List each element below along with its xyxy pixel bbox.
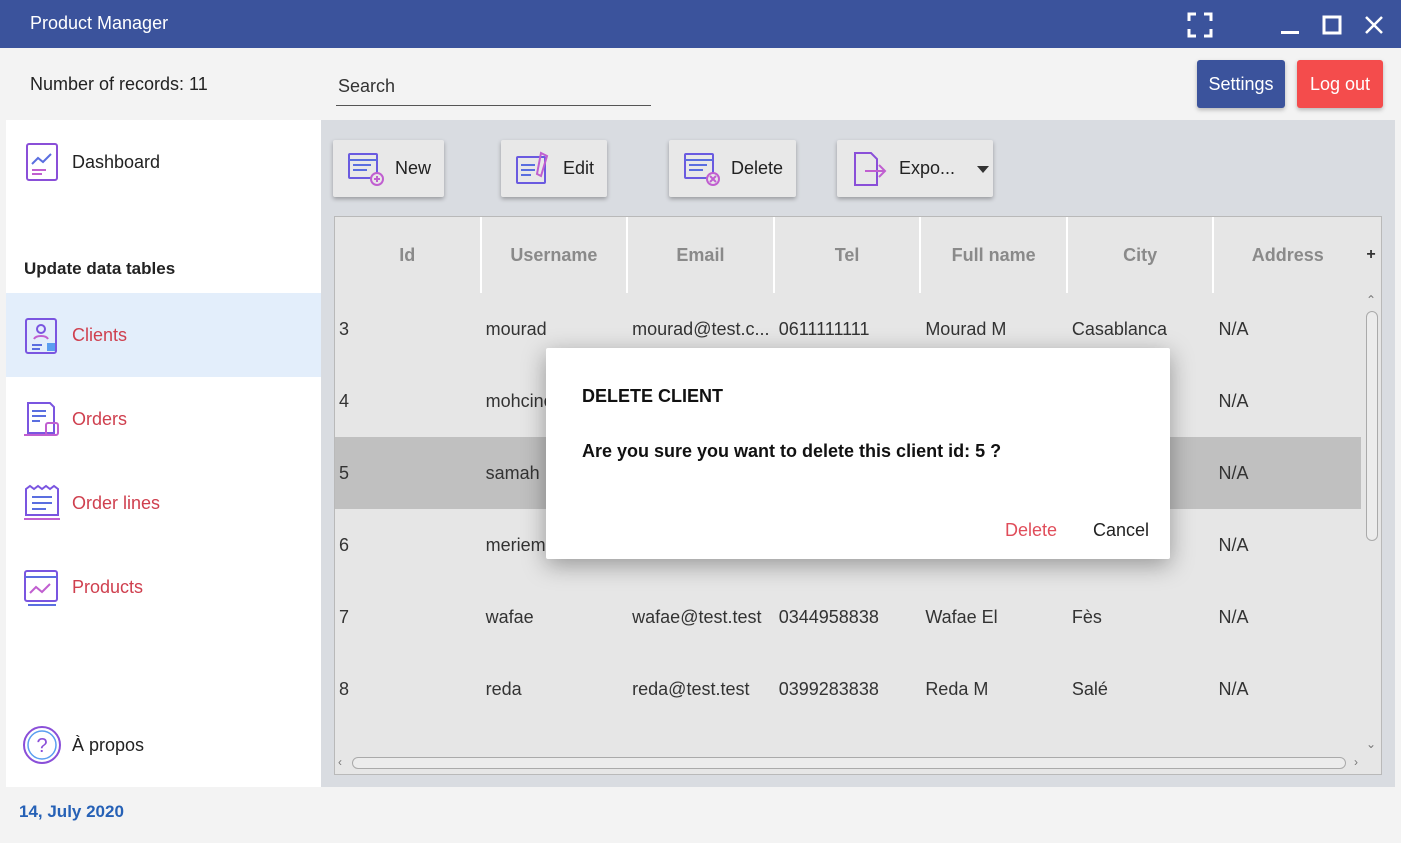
export-button-label: Expo... <box>899 158 956 178</box>
cell-tel: 0344958838 <box>778 606 879 627</box>
sidebar-item-about[interactable]: ? À propos <box>6 703 321 787</box>
cell-address: N/A <box>1218 390 1249 411</box>
cell-id: 3 <box>339 318 350 339</box>
table-row[interactable]: 8 reda reda@test.test 0399283838 Reda M … <box>335 653 1361 725</box>
export-dropdown[interactable]: Expo... <box>837 140 993 197</box>
cell-city: Fès <box>1071 606 1102 627</box>
sidebar-item-label: Dashboard <box>72 151 161 172</box>
minimize-icon[interactable] <box>1275 10 1305 40</box>
horizontal-scrollbar[interactable]: ‹ › <box>335 752 1361 774</box>
column-header-address[interactable]: Address <box>1214 217 1361 293</box>
title-bar: Product Manager <box>0 0 1401 48</box>
svg-text:?: ? <box>36 735 47 757</box>
sidebar-item-label: Order lines <box>72 492 161 513</box>
confirm-delete-button[interactable]: Delete <box>1005 520 1057 541</box>
cell-address: N/A <box>1218 534 1249 555</box>
column-header-tel[interactable]: Tel <box>775 217 922 293</box>
cell-city: Casablanca <box>1071 318 1167 339</box>
cell-id: 8 <box>339 678 350 699</box>
new-record-icon <box>347 149 387 189</box>
sidebar-item-label: Products <box>72 576 144 597</box>
clients-icon <box>22 315 62 355</box>
cell-tel: 0611111111 <box>778 318 870 339</box>
cell-id: 7 <box>339 606 350 627</box>
sidebar-item-orders[interactable]: Orders <box>6 377 321 461</box>
cell-address: N/A <box>1218 678 1249 699</box>
app-title: Product Manager <box>30 13 169 33</box>
sidebar-item-label: Clients <box>72 324 128 345</box>
edit-icon <box>515 149 555 189</box>
column-header-username[interactable]: Username <box>482 217 629 293</box>
cell-full-name: Wafae El <box>925 606 998 627</box>
orders-icon <box>22 399 62 439</box>
export-icon <box>851 149 891 189</box>
cell-address: N/A <box>1218 606 1249 627</box>
scroll-down-icon[interactable]: ⌄ <box>1366 737 1376 751</box>
dashboard-icon <box>22 142 62 182</box>
record-count: Number of records: 11 <box>30 74 208 94</box>
delete-record-icon <box>683 149 723 189</box>
column-header-city[interactable]: City <box>1068 217 1215 293</box>
column-header-email[interactable]: Email <box>628 217 775 293</box>
vertical-scrollbar[interactable]: ⌃ ⌄ <box>1361 293 1381 753</box>
dialog-title: DELETE CLIENT <box>582 386 724 406</box>
cell-id: 6 <box>339 534 350 555</box>
column-header-id[interactable]: Id <box>335 217 482 293</box>
cell-address: N/A <box>1218 318 1249 339</box>
cell-username: wafae <box>485 606 534 627</box>
horizontal-scroll-thumb[interactable] <box>352 757 1346 769</box>
sidebar-item-label: Orders <box>72 408 128 429</box>
fullscreen-icon[interactable] <box>1185 10 1215 40</box>
logout-button[interactable]: Log out <box>1297 60 1383 108</box>
cell-id: 5 <box>339 462 350 483</box>
delete-button-label: Delete <box>731 158 784 178</box>
scroll-left-icon[interactable]: ‹ <box>338 755 342 769</box>
sidebar-item-label: À propos <box>72 734 145 755</box>
cancel-button[interactable]: Cancel <box>1093 520 1149 541</box>
sidebar-item-products[interactable]: Products <box>6 545 321 629</box>
new-button-label: New <box>395 158 432 178</box>
cell-id: 4 <box>339 390 350 411</box>
settings-button[interactable]: Settings <box>1197 60 1285 108</box>
close-icon[interactable] <box>1359 10 1389 40</box>
chevron-down-icon <box>977 158 990 179</box>
sidebar-item-order-lines[interactable]: Order lines <box>6 461 321 545</box>
scroll-right-icon[interactable]: › <box>1354 755 1358 769</box>
vertical-scroll-thumb[interactable] <box>1366 311 1378 541</box>
delete-button[interactable]: Delete <box>669 140 796 197</box>
add-column-icon[interactable]: + <box>1361 217 1381 293</box>
sidebar-item-dashboard[interactable]: Dashboard <box>6 120 321 204</box>
cell-email: wafae@test.test <box>632 606 762 627</box>
date-label: 14, July 2020 <box>19 802 124 821</box>
products-icon <box>22 567 62 607</box>
cell-email: mourad@test.c... <box>632 318 770 339</box>
sidebar: Dashboard Update data tables Clients Ord… <box>6 120 321 787</box>
cell-full-name: Reda M <box>925 678 989 699</box>
cell-tel: 0399283838 <box>778 678 879 699</box>
new-button[interactable]: New <box>333 140 444 197</box>
search-input[interactable] <box>336 64 651 106</box>
edit-button[interactable]: Edit <box>501 140 607 197</box>
table-row[interactable]: 7 wafae wafae@test.test 0344958838 Wafae… <box>335 581 1361 653</box>
cell-city: Salé <box>1071 678 1108 699</box>
sidebar-item-clients[interactable]: Clients <box>6 293 321 377</box>
order-lines-icon <box>22 483 62 523</box>
table-header: Id Username Email Tel Full name City Add… <box>335 217 1361 293</box>
column-header-full-name[interactable]: Full name <box>921 217 1068 293</box>
delete-client-dialog: DELETE CLIENT Are you sure you want to d… <box>546 348 1170 559</box>
dialog-message: Are you sure you want to delete this cli… <box>582 441 1002 461</box>
cell-full-name: Mourad M <box>925 318 1007 339</box>
section-label: Update data tables <box>24 259 176 278</box>
help-icon: ? <box>22 725 62 765</box>
cell-username: mourad <box>485 318 547 339</box>
scroll-up-icon[interactable]: ⌃ <box>1366 293 1376 307</box>
maximize-icon[interactable] <box>1317 10 1347 40</box>
cell-address: N/A <box>1218 462 1249 483</box>
edit-button-label: Edit <box>563 158 595 178</box>
cell-username: reda <box>485 678 522 699</box>
cell-email: reda@test.test <box>632 678 750 699</box>
